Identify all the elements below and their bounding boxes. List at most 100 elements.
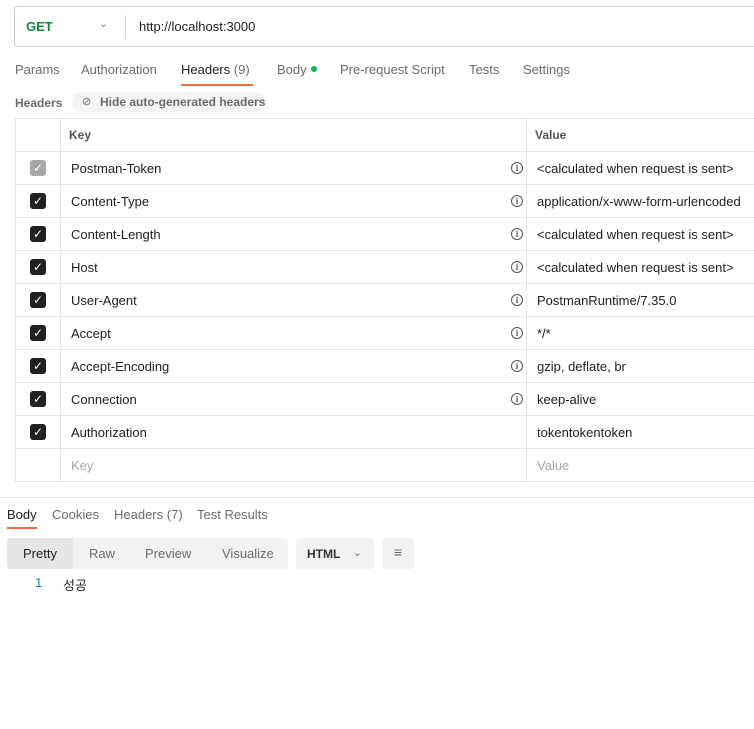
header-row: ✓ Content-Length i <calculated when reque… xyxy=(15,217,754,251)
view-raw[interactable]: Raw xyxy=(89,546,115,561)
method-select[interactable]: GET xyxy=(26,19,53,34)
header-value[interactable]: <calculated when request is sent> xyxy=(526,151,754,185)
header-key[interactable]: Connection i xyxy=(60,382,527,416)
info-icon[interactable]: i xyxy=(511,228,523,240)
row-checkbox-cell: ✓ xyxy=(15,217,61,251)
format-select[interactable]: HTML ⌄ xyxy=(296,538,374,569)
header-row: ✓ Postman-Token i <calculated when reques… xyxy=(15,151,754,185)
header-key[interactable]: Content-Length i xyxy=(60,217,527,251)
wrap-icon: ≡ xyxy=(393,544,403,560)
tab-headers[interactable]: Headers (9) xyxy=(181,62,250,77)
wrap-lines-button[interactable]: ≡ xyxy=(382,538,414,569)
header-key[interactable]: User-Agent i xyxy=(60,283,527,317)
key-text: Connection xyxy=(71,391,137,407)
header-value[interactable]: <calculated when request is sent> xyxy=(526,250,754,284)
row-checkbox[interactable]: ✓ xyxy=(30,391,46,407)
info-icon[interactable]: i xyxy=(511,261,523,273)
chevron-down-icon: ⌄ xyxy=(352,547,362,559)
row-checkbox-cell: ✓ xyxy=(15,250,61,284)
tab-tests[interactable]: Tests xyxy=(469,62,499,77)
tab-pre-request-script[interactable]: Pre-request Script xyxy=(340,62,445,77)
header-key[interactable]: Authorization xyxy=(60,415,527,449)
header-row: ✓ Content-Type i application/x-www-form-u… xyxy=(15,184,754,218)
info-icon[interactable]: i xyxy=(511,162,523,174)
row-checkbox[interactable]: ✓ xyxy=(30,160,46,176)
tab-response-body[interactable]: Body xyxy=(7,507,37,522)
row-checkbox[interactable]: ✓ xyxy=(30,259,46,275)
tab-label: Headers xyxy=(181,62,231,77)
checkbox-col xyxy=(15,118,61,152)
format-value: HTML xyxy=(307,547,341,561)
header-value[interactable]: keep-alive xyxy=(526,382,754,416)
key-text: Authorization xyxy=(71,424,147,440)
tab-authorization[interactable]: Authorization xyxy=(81,62,157,77)
line-number: 1 xyxy=(35,575,43,590)
header-value[interactable]: application/x-www-form-urlencoded xyxy=(526,184,754,218)
info-icon[interactable]: i xyxy=(511,195,523,207)
url-bar: GET ⌄ http://localhost:3000 xyxy=(14,6,754,47)
view-visualize[interactable]: Visualize xyxy=(222,546,274,561)
button-label: Hide auto-generated headers xyxy=(100,95,266,109)
new-header-row: Key Value xyxy=(15,448,754,482)
tab-params[interactable]: Params xyxy=(15,62,60,77)
col-value: Value xyxy=(526,118,754,152)
row-checkbox-cell: ✓ xyxy=(15,415,61,449)
header-value[interactable]: <calculated when request is sent> xyxy=(526,217,754,251)
info-icon[interactable]: i xyxy=(511,327,523,339)
modified-dot-icon xyxy=(310,66,317,72)
url-input[interactable]: http://localhost:3000 xyxy=(139,19,255,34)
row-checkbox[interactable]: ✓ xyxy=(30,325,46,341)
empty-cell xyxy=(15,448,61,482)
header-value[interactable]: gzip, deflate, br xyxy=(526,349,754,383)
header-row: ✓ Accept i */* xyxy=(15,316,754,350)
active-tab-underline xyxy=(7,527,37,529)
hide-auto-headers-button[interactable]: ⊘ Hide auto-generated headers xyxy=(72,92,266,112)
header-key[interactable]: Accept-Encoding i xyxy=(60,349,527,383)
tab-label: Headers xyxy=(114,507,164,522)
header-key[interactable]: Accept i xyxy=(60,316,527,350)
tab-count: (7) xyxy=(166,507,183,522)
row-checkbox-cell: ✓ xyxy=(15,349,61,383)
row-checkbox[interactable]: ✓ xyxy=(30,226,46,242)
divider xyxy=(125,15,126,39)
header-row: ✓ Host i <calculated when request is sent… xyxy=(15,250,754,284)
tab-settings[interactable]: Settings xyxy=(523,62,570,77)
header-row: ✓ Connection i keep-alive xyxy=(15,382,754,416)
row-checkbox[interactable]: ✓ xyxy=(30,358,46,374)
row-checkbox-cell: ✓ xyxy=(15,151,61,185)
header-key[interactable]: Content-Type i xyxy=(60,184,527,218)
tab-count: (9) xyxy=(233,62,250,77)
tab-test-results[interactable]: Test Results xyxy=(197,507,268,522)
tab-label: Body xyxy=(277,62,307,77)
info-icon[interactable]: i xyxy=(511,393,523,405)
info-icon[interactable]: i xyxy=(511,360,523,372)
new-key-input[interactable]: Key xyxy=(60,448,527,482)
key-text: User-Agent xyxy=(71,292,137,308)
row-checkbox[interactable]: ✓ xyxy=(30,193,46,209)
row-checkbox[interactable]: ✓ xyxy=(30,292,46,308)
header-value[interactable]: tokentokentoken xyxy=(526,415,754,449)
tab-body[interactable]: Body xyxy=(277,62,317,77)
header-key[interactable]: Postman-Token i xyxy=(60,151,527,185)
key-text: Accept xyxy=(71,325,111,341)
eye-off-icon: ⊘ xyxy=(82,96,92,108)
header-row: ✓ Accept-Encoding i gzip, deflate, br xyxy=(15,349,754,383)
key-text: Content-Type xyxy=(71,193,150,209)
active-tab-underline xyxy=(181,84,253,86)
header-value[interactable]: PostmanRuntime/7.35.0 xyxy=(526,283,754,317)
key-text: Content-Length xyxy=(71,226,161,242)
row-checkbox[interactable]: ✓ xyxy=(30,424,46,440)
view-preview[interactable]: Preview xyxy=(145,546,191,561)
header-key[interactable]: Host i xyxy=(60,250,527,284)
col-key: Key xyxy=(60,118,527,152)
tab-cookies[interactable]: Cookies xyxy=(52,507,99,522)
view-pretty[interactable]: Pretty xyxy=(7,538,73,569)
chevron-down-icon[interactable]: ⌄ xyxy=(99,17,108,30)
header-value[interactable]: */* xyxy=(526,316,754,350)
tab-response-headers[interactable]: Headers (7) xyxy=(114,507,183,522)
row-checkbox-cell: ✓ xyxy=(15,283,61,317)
headers-label: Headers xyxy=(15,96,63,110)
new-value-input[interactable]: Value xyxy=(526,448,754,482)
info-icon[interactable]: i xyxy=(511,294,523,306)
key-text: Accept-Encoding xyxy=(71,358,170,374)
